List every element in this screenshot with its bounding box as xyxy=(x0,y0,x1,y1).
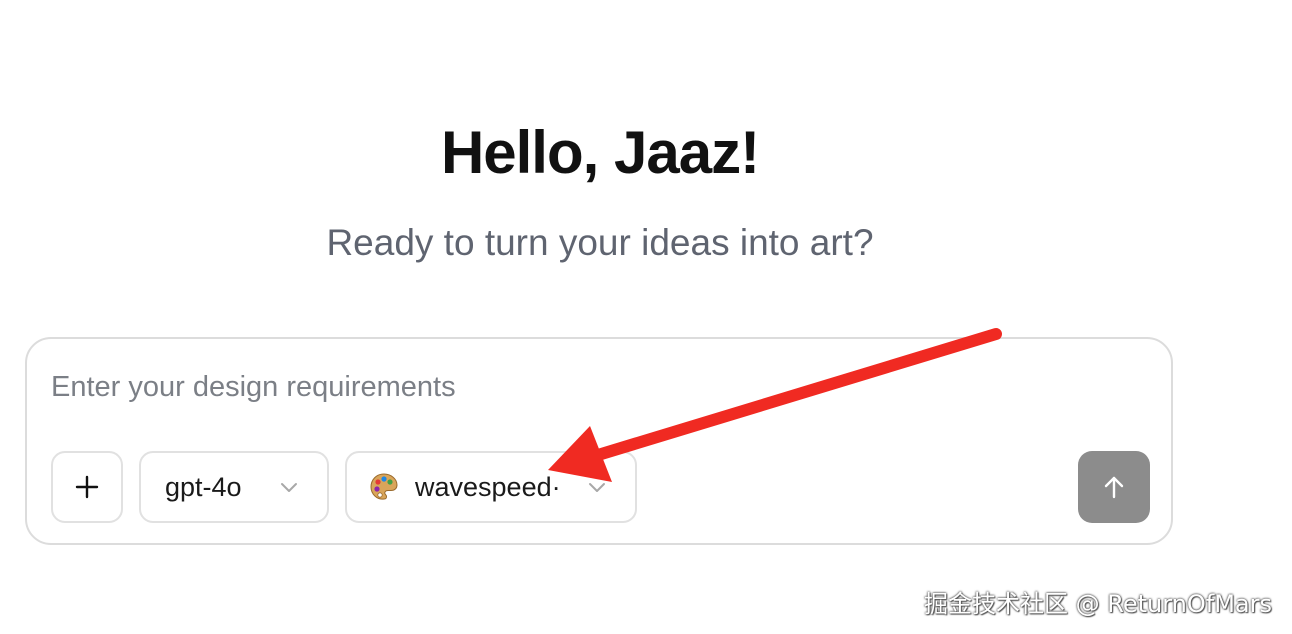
chevron-down-icon xyxy=(281,483,297,492)
image-tool-select-value: wavespeed· xyxy=(415,471,561,502)
model-select-value: gpt-4o xyxy=(165,471,242,502)
image-tool-select[interactable]: wavespeed· xyxy=(345,451,637,523)
arrow-up-icon xyxy=(1104,476,1124,499)
design-requirements-input[interactable] xyxy=(51,365,1051,409)
palette-icon xyxy=(370,473,398,500)
send-button[interactable] xyxy=(1078,451,1150,523)
watermark: 掘金技术社区 @ ReturnOfMars xyxy=(923,590,1272,618)
greeting-title: Hello, Jaaz! xyxy=(440,119,760,186)
model-select[interactable]: gpt-4o xyxy=(139,451,329,523)
prompt-composer: gpt-4o wavespeed· xyxy=(25,337,1173,545)
add-attachment-button[interactable] xyxy=(51,451,123,523)
greeting-subtitle: Ready to turn your ideas into art? xyxy=(326,222,874,263)
chevron-down-icon xyxy=(589,483,605,492)
plus-icon xyxy=(75,475,99,499)
